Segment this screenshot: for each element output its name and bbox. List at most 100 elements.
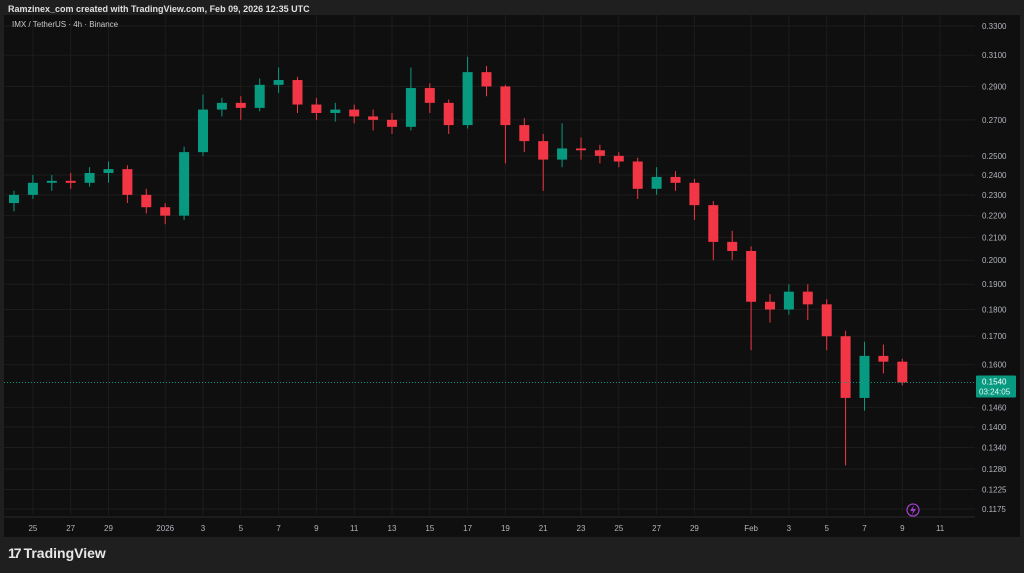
x-tick-label: 15 xyxy=(425,524,434,533)
x-tick-label: 3 xyxy=(787,524,792,533)
x-tick-label: 11 xyxy=(350,524,359,533)
candle-body xyxy=(273,80,284,85)
x-tick-label: 25 xyxy=(614,524,623,533)
x-tick-label: 9 xyxy=(900,524,905,533)
y-tick-label: 0.1340 xyxy=(982,444,1007,453)
candle-body xyxy=(160,207,171,216)
candle-body xyxy=(84,173,95,183)
x-tick-label: 21 xyxy=(539,524,548,533)
x-tick-label: 27 xyxy=(652,524,661,533)
candle-body xyxy=(311,104,322,113)
candle-body xyxy=(576,148,586,151)
candle-body xyxy=(235,102,246,108)
candle-body xyxy=(254,84,265,108)
candle-body xyxy=(840,336,851,398)
candle-body xyxy=(424,88,435,103)
x-tick-label: 5 xyxy=(824,524,829,533)
y-tick-label: 0.2700 xyxy=(982,116,1007,125)
candle-body xyxy=(613,155,624,162)
candle-body xyxy=(179,152,190,216)
candle-body xyxy=(783,291,794,310)
y-tick-label: 0.1700 xyxy=(982,332,1007,341)
candle-body xyxy=(330,109,341,113)
y-tick-label: 0.1225 xyxy=(982,486,1007,495)
x-tick-label: 27 xyxy=(66,524,75,533)
y-tick-label: 0.1600 xyxy=(982,361,1007,370)
y-tick-label: 0.2500 xyxy=(982,152,1007,161)
candle-body xyxy=(481,72,492,87)
x-tick-label: 11 xyxy=(936,524,945,533)
bar-countdown: 03:24:05 xyxy=(979,387,1011,396)
candle-body xyxy=(670,176,681,183)
y-tick-label: 0.2300 xyxy=(982,191,1007,200)
candle-body xyxy=(349,109,360,117)
candlestick-chart[interactable]: 0.3300 0.3100 0.2900 0.2700 0.2500 0.2400 0.23… xyxy=(0,0,1024,573)
candle-body xyxy=(727,241,738,251)
candle-body xyxy=(368,116,379,120)
candle-body xyxy=(594,150,605,156)
brand-name: TradingView xyxy=(23,545,106,561)
symbol-label: IMX / TetherUS · 4h · Binance xyxy=(12,20,119,29)
x-tick-label: 19 xyxy=(501,524,510,533)
candle-body xyxy=(519,125,530,142)
candle-body xyxy=(651,176,662,189)
x-tick-label: 23 xyxy=(577,524,586,533)
x-tick-label: 9 xyxy=(314,524,319,533)
y-tick-label: 0.1175 xyxy=(982,505,1006,514)
candle-body xyxy=(765,301,775,310)
candle-body xyxy=(708,205,719,242)
candle-body xyxy=(9,194,19,204)
lightning-icon-glyph xyxy=(910,505,916,515)
candle-body xyxy=(462,72,473,126)
y-tick-label: 0.1800 xyxy=(982,306,1007,315)
x-tick-label: 3 xyxy=(201,524,206,533)
candle-body xyxy=(689,182,700,206)
candle-body xyxy=(122,169,133,195)
candle-body xyxy=(216,102,227,110)
candle-body xyxy=(65,180,76,183)
candle-body xyxy=(859,355,870,398)
y-tick-label: 0.2100 xyxy=(982,233,1007,242)
candle-body xyxy=(897,361,908,383)
last-price-value: 0.1540 xyxy=(982,377,1007,386)
tradingview-logo-icon: 17 xyxy=(8,545,22,561)
y-tick-label: 0.2200 xyxy=(982,212,1007,221)
candle-body xyxy=(878,355,889,362)
x-tick-label: 29 xyxy=(690,524,699,533)
candle-body xyxy=(500,86,511,126)
tradingview-logo: 17 TradingView xyxy=(8,545,106,561)
y-tick-label: 0.1900 xyxy=(982,280,1007,289)
candle-body xyxy=(27,182,38,195)
candle-body xyxy=(821,304,832,337)
x-tick-label: 13 xyxy=(388,524,397,533)
x-tick-label: 2026 xyxy=(156,524,174,533)
x-tick-label: 29 xyxy=(104,524,113,533)
y-tick-label: 0.2000 xyxy=(982,256,1007,265)
candle-body xyxy=(198,109,208,153)
y-tick-label: 0.3100 xyxy=(982,51,1007,60)
candle-body xyxy=(557,148,568,160)
candle-body xyxy=(802,291,813,305)
candle-body xyxy=(141,194,152,208)
candle-body xyxy=(443,102,454,126)
candle-body xyxy=(292,80,303,105)
candle-body xyxy=(632,161,643,189)
candle-body xyxy=(405,88,416,127)
candle-body xyxy=(538,141,549,160)
x-tick-label: 17 xyxy=(463,524,472,533)
x-tick-label: 5 xyxy=(239,524,244,533)
y-tick-label: 0.3300 xyxy=(982,22,1007,31)
candle-body xyxy=(46,180,57,183)
x-tick-label: Feb xyxy=(744,524,758,533)
y-tick-label: 0.1460 xyxy=(982,403,1007,412)
x-tick-label: 7 xyxy=(862,524,867,533)
x-tick-label: 7 xyxy=(276,524,281,533)
y-tick-label: 0.2900 xyxy=(982,82,1007,91)
x-tick-label: 25 xyxy=(28,524,37,533)
y-tick-label: 0.1280 xyxy=(982,465,1007,474)
y-tick-label: 0.2400 xyxy=(982,171,1007,180)
y-tick-label: 0.1400 xyxy=(982,423,1007,432)
candle-body xyxy=(387,119,397,127)
candle-body xyxy=(746,250,757,302)
candle-body xyxy=(103,169,114,174)
